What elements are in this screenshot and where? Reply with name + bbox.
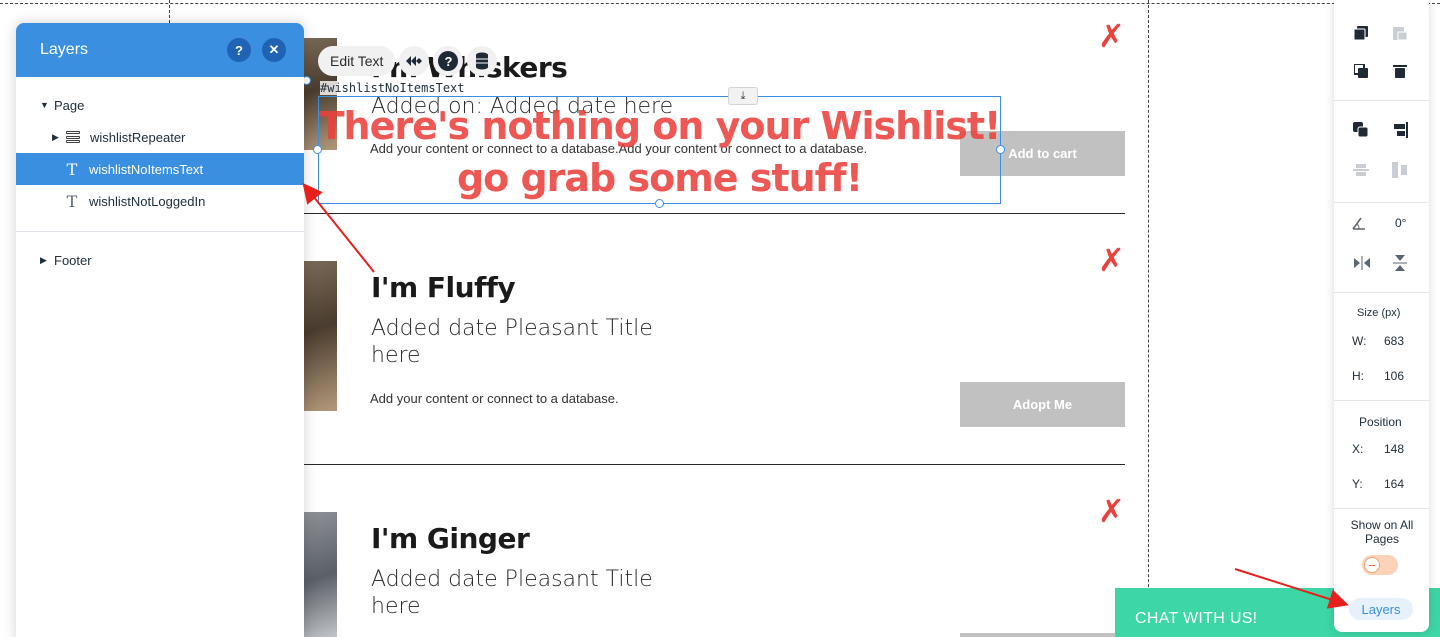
layers-divider (16, 231, 304, 232)
close-button[interactable]: ✕ (262, 38, 286, 62)
resize-handle-left[interactable] (313, 145, 322, 154)
x-label: X: (1352, 442, 1364, 456)
help-button[interactable]: ? (227, 38, 251, 62)
y-label: Y: (1352, 477, 1363, 491)
remove-icon[interactable]: ✗ (1098, 20, 1125, 52)
size-label: Size (px) (1357, 307, 1401, 319)
show-on-all-pages-toggle[interactable] (1362, 555, 1398, 575)
layer-label: wishlistRepeater (90, 129, 186, 145)
position-label: Position (1359, 415, 1402, 429)
cat-image[interactable] (304, 261, 337, 411)
toolbar-divider (1334, 400, 1429, 401)
arrange-icon[interactable] (1353, 122, 1369, 138)
duplicate-icon[interactable] (1353, 63, 1369, 79)
layers-panel-header: Layers ? ✕ (16, 23, 304, 77)
toolbar-divider (1334, 100, 1429, 101)
paste-icon[interactable] (1392, 25, 1408, 41)
repeater-icon (66, 131, 80, 143)
layers-panel-title: Layers (40, 41, 89, 58)
help-icon[interactable]: ? (433, 46, 464, 76)
item-date[interactable]: Added date Pleasant Title here (371, 315, 671, 369)
text-icon: T (66, 159, 78, 179)
layer-label: Footer (54, 252, 92, 268)
item-title[interactable]: I'm Ginger (371, 522, 530, 555)
width-input[interactable]: 683 (1384, 334, 1404, 348)
layer-item-not-logged-in[interactable]: T wishlistNotLoggedIn (16, 185, 304, 217)
flip-vertical-icon[interactable] (1392, 255, 1408, 271)
adopt-me-button[interactable]: Adopt Me (960, 382, 1125, 427)
trash-icon[interactable] (1392, 63, 1408, 79)
layer-item-footer[interactable]: ▶ Footer (16, 244, 304, 276)
text-icon: T (66, 191, 78, 211)
layer-item-no-items-text[interactable]: T wishlistNoItemsText (16, 153, 304, 185)
toolbar-divider (1334, 508, 1429, 509)
height-input[interactable]: 106 (1384, 369, 1404, 383)
show-on-all-pages-label: Show on All Pages (1350, 518, 1414, 546)
toolbar-divider (1334, 292, 1429, 293)
resize-handle-bottom[interactable] (655, 199, 664, 208)
canvas-guide-right (1148, 0, 1149, 637)
layer-item-repeater[interactable]: ▶ wishlistRepeater (16, 121, 304, 153)
rotation-value[interactable]: 0° (1395, 216, 1406, 230)
layers-button[interactable]: Layers (1349, 598, 1413, 620)
layer-item-page[interactable]: ▼ Page (16, 89, 304, 121)
layers-panel: Layers ? ✕ ▼ Page ▶ wishlistRepeater T w… (16, 23, 304, 637)
caret-right-icon[interactable]: ▶ (52, 132, 60, 143)
toolbar-divider (1334, 202, 1429, 203)
cat-image[interactable] (304, 512, 337, 637)
height-label: H: (1352, 369, 1364, 383)
caret-down-icon[interactable]: ▼ (40, 100, 49, 110)
remove-icon[interactable]: ✗ (1098, 244, 1125, 276)
database-icon[interactable] (467, 46, 498, 76)
element-toolbar: Edit Text ? (318, 45, 498, 77)
item-description[interactable]: Add your content or connect to a databas… (370, 391, 619, 406)
copy-icon[interactable] (1353, 25, 1369, 41)
flip-horizontal-icon[interactable] (1354, 255, 1370, 271)
stretch-icon[interactable]: ⤓ (728, 87, 758, 105)
resize-handle-right[interactable] (996, 145, 1005, 154)
repeater-item[interactable]: I'm Fluffy Added date Pleasant Title her… (304, 214, 1125, 465)
y-input[interactable]: 164 (1384, 477, 1404, 491)
distribute-icon[interactable] (1353, 162, 1369, 178)
rotate-angle-icon (1351, 215, 1367, 231)
edit-text-button[interactable]: Edit Text (318, 46, 396, 76)
layer-label: Page (54, 97, 85, 113)
caret-right-icon[interactable]: ▶ (40, 255, 48, 266)
layer-label: wishlistNotLoggedIn (89, 193, 206, 209)
repeater-item[interactable]: I'm Ginger Added date Pleasant Title her… (304, 465, 1125, 637)
width-label: W: (1352, 334, 1367, 348)
layer-label: wishlistNoItemsText (89, 161, 204, 177)
item-button[interactable] (960, 633, 1125, 637)
animation-icon[interactable] (399, 46, 430, 76)
x-input[interactable]: 148 (1384, 442, 1404, 456)
item-date[interactable]: Added date Pleasant Title here (371, 566, 671, 620)
match-size-icon[interactable] (1392, 162, 1408, 178)
selection-box[interactable] (318, 96, 1001, 204)
toggle-knob (1364, 557, 1380, 573)
item-title[interactable]: I'm Fluffy (371, 271, 516, 304)
align-icon[interactable] (1392, 122, 1408, 138)
element-id-tag: #wishlistNoItemsText (320, 81, 465, 95)
remove-icon[interactable]: ✗ (1098, 495, 1125, 527)
